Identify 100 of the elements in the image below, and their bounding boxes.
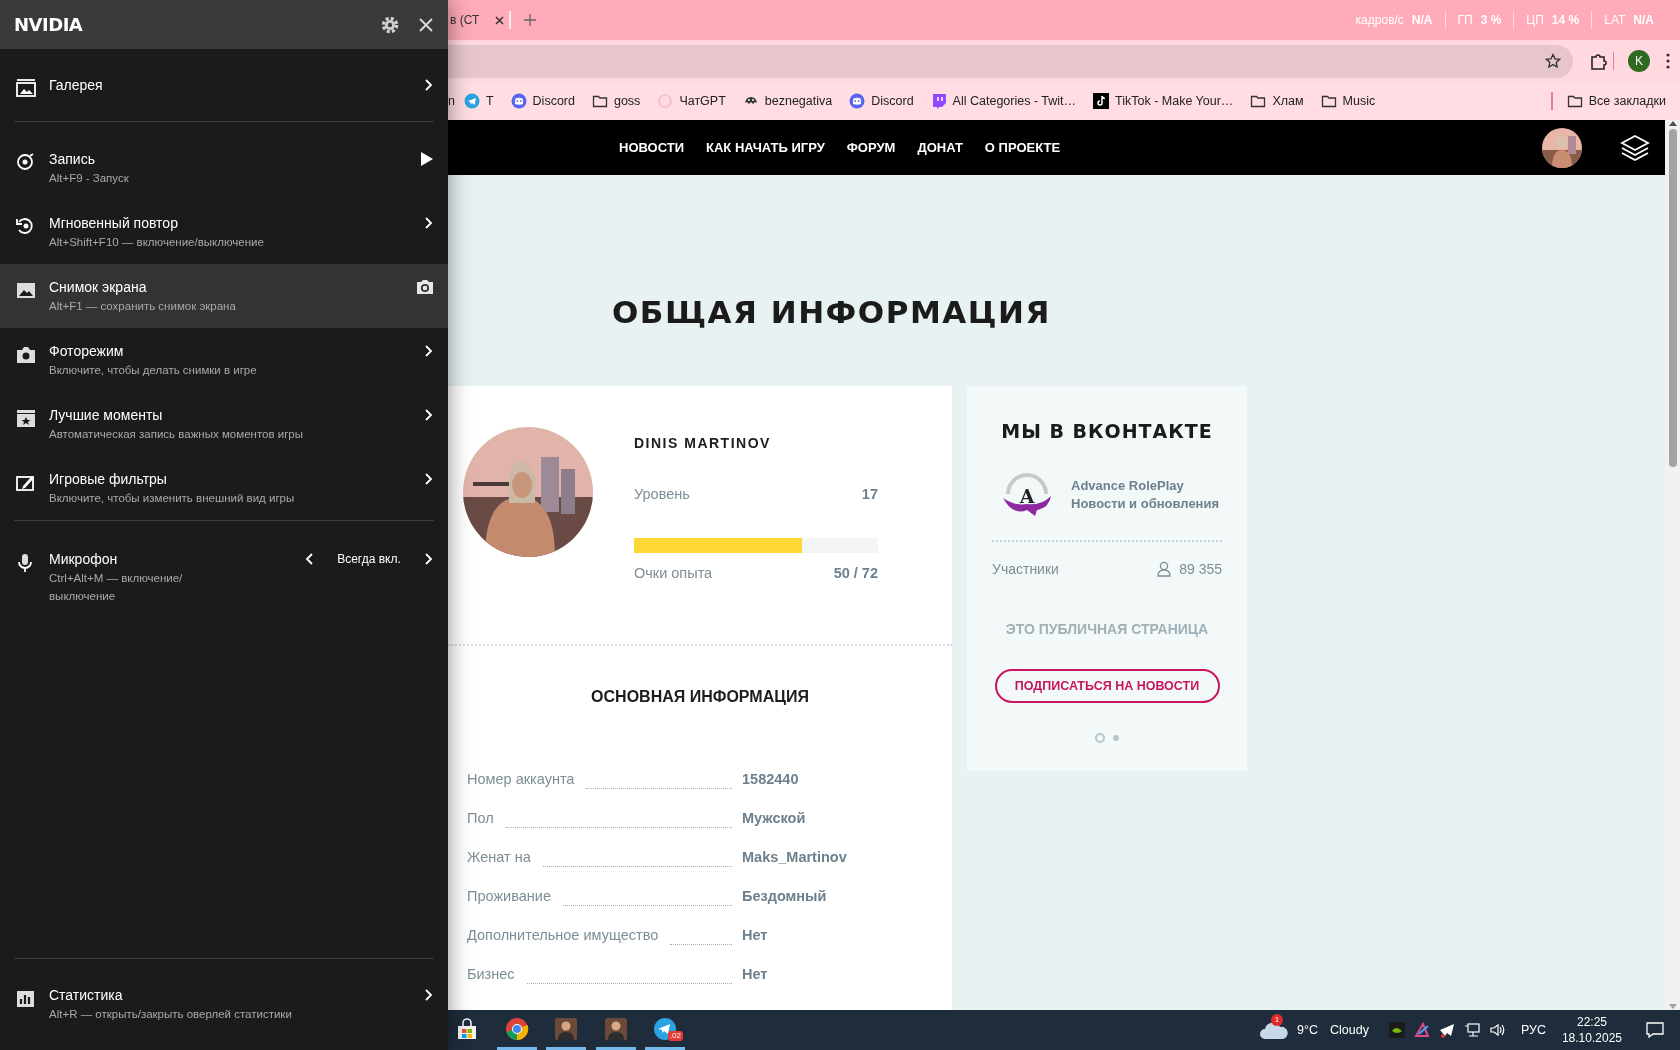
layers-button[interactable]	[1620, 133, 1650, 162]
group-subtitle: Новости и обновления	[1071, 495, 1220, 513]
members-label: Участники	[992, 560, 1059, 579]
folder-icon	[1320, 93, 1337, 109]
bookmark-star-button[interactable]	[1544, 53, 1561, 69]
group-name[interactable]: Advance RolePlay	[1071, 477, 1220, 495]
close-button[interactable]	[418, 16, 434, 33]
stat-label: LAT	[1604, 12, 1626, 29]
nav-link[interactable]: НОВОСТИ	[619, 137, 685, 158]
figure-icon	[603, 1016, 628, 1041]
telegram-icon	[1438, 1022, 1455, 1038]
chrome-icon	[504, 1016, 529, 1041]
field-value: Maks_Martinov	[742, 847, 848, 867]
tray-button[interactable]	[1388, 1022, 1405, 1038]
telegram-icon	[463, 93, 480, 109]
section-title: ОСНОВНАЯ ИНФОРМАЦИЯ	[590, 687, 810, 707]
language-indicator[interactable]: РУС	[1520, 1020, 1546, 1040]
address-field[interactable]	[448, 44, 1573, 78]
field-label: Пол	[466, 808, 494, 828]
chevron-right-icon	[424, 988, 434, 1002]
nav-link[interactable]: О ПРОЕКТЕ	[984, 137, 1061, 158]
bookmark[interactable]: TikTok - Make Your…	[1093, 91, 1234, 111]
item-title: Статистика	[49, 986, 124, 1005]
stat-value: N/A	[1633, 12, 1654, 29]
nav-link[interactable]: ДОНАТ	[917, 137, 963, 158]
bookmark-folder[interactable]: Все закладки	[1566, 91, 1666, 111]
settings-button[interactable]	[380, 14, 400, 35]
pager-dot[interactable]	[1113, 735, 1119, 741]
extensions-button[interactable]	[1588, 52, 1607, 70]
menu-item[interactable]: Фоторежим Включите, чтобы делать снимки в игре	[0, 328, 448, 392]
new-tab-button[interactable]	[524, 14, 537, 26]
item-title: Лучшие моменты	[49, 406, 164, 425]
field-label: Дополнительное имущество	[466, 925, 659, 945]
chevron-right-icon	[424, 552, 434, 566]
temperature: 9°C	[1297, 1021, 1318, 1039]
bookmark[interactable]: T	[463, 91, 494, 111]
tray-button[interactable]	[1463, 1022, 1480, 1038]
item-hint: Alt+F1 — сохранить снимок экрана	[49, 299, 237, 314]
item-title: Запись	[49, 150, 96, 169]
nav-link[interactable]: КАК НАЧАТЬ ИГРУ	[706, 137, 825, 158]
gallery-icon	[14, 77, 38, 98]
nav-link[interactable]: ФОРУМ	[846, 137, 896, 158]
item-hint: Alt+F9 - Запуск	[49, 171, 130, 186]
close-icon	[495, 15, 505, 25]
tab-close-button[interactable]	[495, 15, 505, 25]
menu-item[interactable]: Запись Alt+F9 - Запуск	[0, 136, 448, 200]
stat-value: 14 %	[1551, 12, 1580, 29]
bookmark-folder[interactable]: Music	[1320, 91, 1376, 111]
previous-button[interactable]	[304, 552, 314, 566]
bookmark-folder[interactable]: Хлам	[1250, 91, 1304, 111]
menu-button[interactable]	[1666, 53, 1670, 69]
item-hint: Alt+Shift+F10 — включение/выключение	[49, 235, 265, 250]
public-page-note: ЭТО ПУБЛИЧНАЯ СТРАНИЦА	[1005, 620, 1209, 639]
profile-button[interactable]: K	[1628, 50, 1650, 72]
level-label: Уровень	[634, 485, 690, 504]
members-count: 89 355	[1179, 560, 1222, 579]
tray-button[interactable]	[1438, 1022, 1455, 1038]
item-title: Фоторежим	[49, 342, 125, 361]
menu-item[interactable]: Статистика Alt+R — открыть/закрыть оверлей статистики	[0, 972, 448, 1050]
bookmark[interactable]: Discord	[849, 91, 914, 111]
menu-item[interactable]: Лучшие моменты Автоматическая запись важных моментов игры	[0, 392, 448, 456]
xp-label: Очки опыта	[634, 564, 713, 583]
bookmark[interactable]: Discord	[510, 91, 575, 111]
menu-icon	[1666, 53, 1670, 69]
bookmark[interactable]: beznegativa	[742, 91, 833, 111]
field-label: Проживание	[466, 886, 551, 906]
item-hint: Включите, чтобы изменить внешний вид игры	[49, 491, 296, 506]
field-value: Нет	[742, 964, 769, 984]
taskbar-app-button[interactable]: .02	[645, 1010, 685, 1050]
figure-icon	[554, 1016, 578, 1041]
item-hint: Автоматическая запись важных моментов игры	[49, 427, 304, 442]
menu-item[interactable]: Снимок экрана Alt+F1 — сохранить снимок экрана	[0, 264, 448, 328]
chevron-right-icon	[424, 78, 434, 92]
bookmark[interactable]: All Categories - Twit…	[930, 91, 1077, 111]
menu-item[interactable]: Игровые фильтры Включите, чтобы изменить внешний вид игры	[0, 456, 448, 520]
field-label: Женат на	[466, 847, 531, 867]
discord-icon	[849, 93, 866, 109]
item-title: Галерея	[49, 76, 104, 95]
menu-item[interactable]: Галерея	[0, 49, 448, 121]
menu-item[interactable]: Мгновенный повтор Alt+Shift+F10 — включение/выключение	[0, 200, 448, 264]
bookmark[interactable]: n	[448, 91, 455, 111]
logo-letter: A	[1019, 485, 1035, 507]
scrollbar-thumb[interactable]	[1668, 129, 1677, 467]
bookmark[interactable]: ЧатGPT	[657, 91, 726, 111]
item-hint: Alt+R — открыть/закрыть оверлей статистики	[49, 1007, 293, 1022]
user-icon	[1157, 561, 1172, 577]
tab-title[interactable]: в (СТ	[450, 11, 480, 29]
tray-button[interactable]	[1488, 1022, 1505, 1038]
stat-label: ЦП	[1526, 12, 1544, 29]
bookmark-folder[interactable]: goss	[591, 91, 641, 111]
stat-label: кадров/с	[1355, 12, 1404, 29]
field-value: Нет	[742, 925, 769, 945]
next-button[interactable]	[424, 552, 434, 566]
pager-dot[interactable]	[1095, 733, 1105, 743]
notification-badge: 1	[1271, 1014, 1283, 1026]
notifications-button[interactable]	[1646, 1022, 1664, 1038]
player-name: DINIS MARTINOV	[634, 434, 772, 453]
subscribe-button[interactable]: ПОДПИСАТЬСЯ НА НОВОСТИ	[994, 669, 1220, 703]
scrollbar[interactable]	[1665, 120, 1680, 1010]
close-icon	[418, 16, 434, 33]
